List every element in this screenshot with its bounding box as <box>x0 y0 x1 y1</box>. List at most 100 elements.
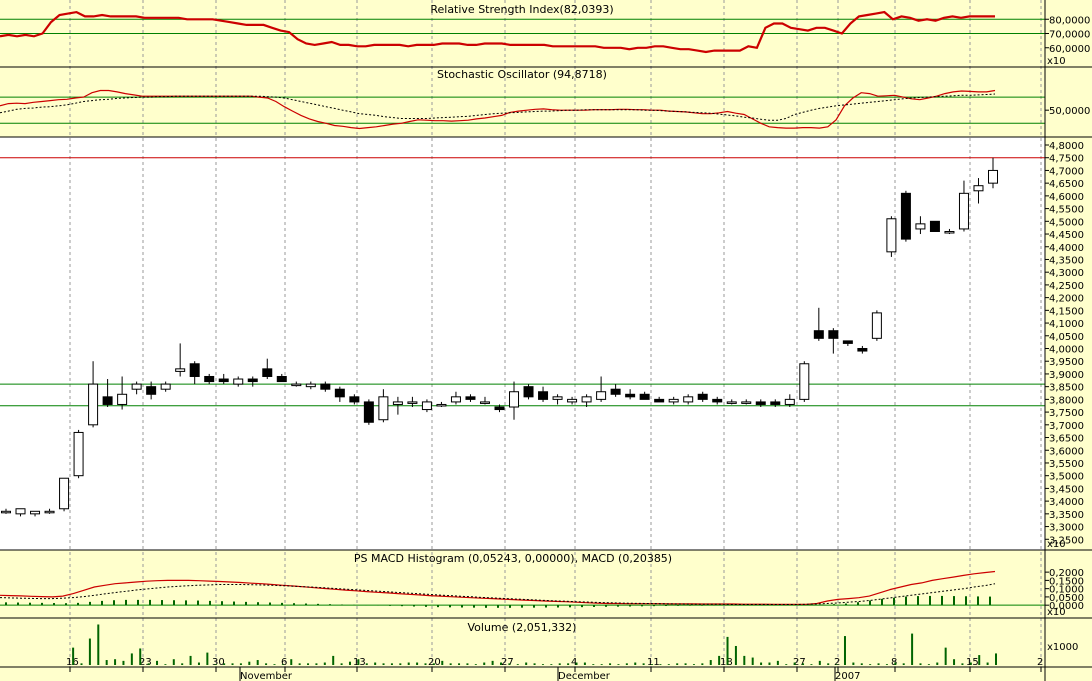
price-y-tick-label: 4,7000 <box>1049 166 1084 177</box>
chart-canvas: 1623306132027411182728152 80,000070,0000… <box>0 0 1092 681</box>
date-tick-label-7: 4 <box>571 657 577 668</box>
price-y-tick-label: 4,3500 <box>1049 255 1084 266</box>
price-y-tick-label: 3,7500 <box>1049 408 1084 419</box>
candle-body <box>538 391 549 400</box>
stochastic-y-tick-label: 50,0000 <box>1049 106 1090 117</box>
price-panel <box>0 137 1045 550</box>
price-y-tick-label: 4,0500 <box>1049 332 1084 343</box>
candle-body <box>755 401 766 405</box>
candle-body <box>799 363 810 400</box>
rsi-y-tick-label: 80,0000 <box>1049 15 1090 26</box>
candle-body <box>683 396 694 403</box>
candle-body <box>770 401 781 405</box>
price-y-tick-label: 4,5000 <box>1049 217 1084 228</box>
price-y-tick-label: 3,9500 <box>1049 357 1084 368</box>
candle-body <box>828 330 839 339</box>
candle-body <box>581 396 592 403</box>
candle-body <box>59 477 70 510</box>
candle-body <box>726 401 737 404</box>
candle-body <box>450 396 461 403</box>
price-y-tick-label: 4,2500 <box>1049 281 1084 292</box>
rsi-title: Relative Strength Index(82,0393) <box>430 3 613 16</box>
date-tick-label-13: 15 <box>966 657 979 668</box>
candle-body <box>625 393 636 398</box>
price-y-tick-label: 4,4500 <box>1049 230 1084 241</box>
candle-body <box>146 386 157 395</box>
candle-body <box>189 363 200 377</box>
price-multiplier: x10 <box>1047 539 1066 550</box>
candle-body <box>421 401 432 411</box>
candle-body <box>596 391 607 400</box>
macd-multiplier: x10 <box>1047 607 1066 618</box>
candle-body <box>262 368 273 377</box>
stock-chart: 1623306132027411182728152 80,000070,0000… <box>0 0 1092 681</box>
price-y-tick-label: 4,3000 <box>1049 268 1084 279</box>
date-tick-label-9: 18 <box>720 657 733 668</box>
candle-body <box>334 388 345 398</box>
candle-body <box>291 383 302 387</box>
price-y-tick-label: 4,2000 <box>1049 294 1084 305</box>
month-label-november: November <box>240 671 293 681</box>
candle-body <box>639 393 650 400</box>
date-axis-panel <box>0 667 1092 681</box>
date-tick-label-8: 11 <box>647 657 660 668</box>
candle-body <box>392 401 403 405</box>
date-tick-label-3: 6 <box>281 657 287 668</box>
date-tick-label-12: 8 <box>891 657 897 668</box>
rsi-multiplier: x10 <box>1047 56 1066 67</box>
candle-body <box>479 401 490 404</box>
price-y-tick-label: 4,5500 <box>1049 205 1084 216</box>
candle-body <box>320 383 331 390</box>
candle-body <box>175 368 186 372</box>
candle-body <box>73 431 84 477</box>
candle-body <box>610 388 621 395</box>
candle-body <box>363 401 374 423</box>
date-tick-label-5: 20 <box>428 657 441 668</box>
rsi-y-tick-label: 60,0000 <box>1049 44 1090 55</box>
candle-body <box>915 223 926 230</box>
price-y-tick-label: 3,9000 <box>1049 370 1084 381</box>
date-tick-label-14: 2 <box>1037 657 1043 668</box>
price-y-tick-label: 4,6000 <box>1049 192 1084 203</box>
candle-body <box>465 396 476 400</box>
price-y-tick-label: 3,3000 <box>1049 523 1084 534</box>
price-y-tick-label: 4,1500 <box>1049 306 1084 317</box>
candle-body <box>552 396 563 400</box>
candle-body <box>697 393 708 400</box>
candle-body <box>509 391 520 408</box>
candle-body <box>857 348 868 352</box>
candle-body <box>668 398 679 403</box>
price-y-tick-label: 3,8000 <box>1049 395 1084 406</box>
candle-body <box>973 185 984 192</box>
candle-body <box>436 403 447 407</box>
candle-body <box>15 508 26 515</box>
date-tick-label-11: 2 <box>834 657 840 668</box>
price-y-tick-label: 3,3500 <box>1049 510 1084 521</box>
candle-body <box>958 192 969 230</box>
candle-body <box>233 378 244 385</box>
month-label-december: December <box>558 671 611 681</box>
price-y-tick-label: 3,4000 <box>1049 497 1084 508</box>
price-y-tick-label: 3,6000 <box>1049 446 1084 457</box>
price-y-tick-label: 4,0000 <box>1049 345 1084 356</box>
candle-body <box>305 383 316 388</box>
candle-body <box>842 340 853 344</box>
candle-body <box>523 386 534 398</box>
macd-title: PS MACD Histogram (0,05243, 0,00000), MA… <box>354 552 672 565</box>
price-y-tick-label: 4,7500 <box>1049 154 1084 165</box>
candle-body <box>712 398 723 403</box>
candle-body <box>654 398 665 403</box>
candle-body <box>944 230 955 234</box>
candle-body <box>871 312 882 339</box>
price-y-tick-label: 4,8000 <box>1049 141 1084 152</box>
price-y-tick-label: 3,5500 <box>1049 459 1084 470</box>
stochastic-axis-panel <box>1045 67 1092 137</box>
candle-body <box>117 393 128 405</box>
candle-body <box>407 401 418 404</box>
date-tick-label-2: 30 <box>212 657 225 668</box>
candle-body <box>131 383 142 390</box>
price-y-tick-label: 4,1000 <box>1049 319 1084 330</box>
candle-body <box>218 378 229 383</box>
candle-body <box>929 220 940 232</box>
price-y-tick-label: 3,8500 <box>1049 383 1084 394</box>
